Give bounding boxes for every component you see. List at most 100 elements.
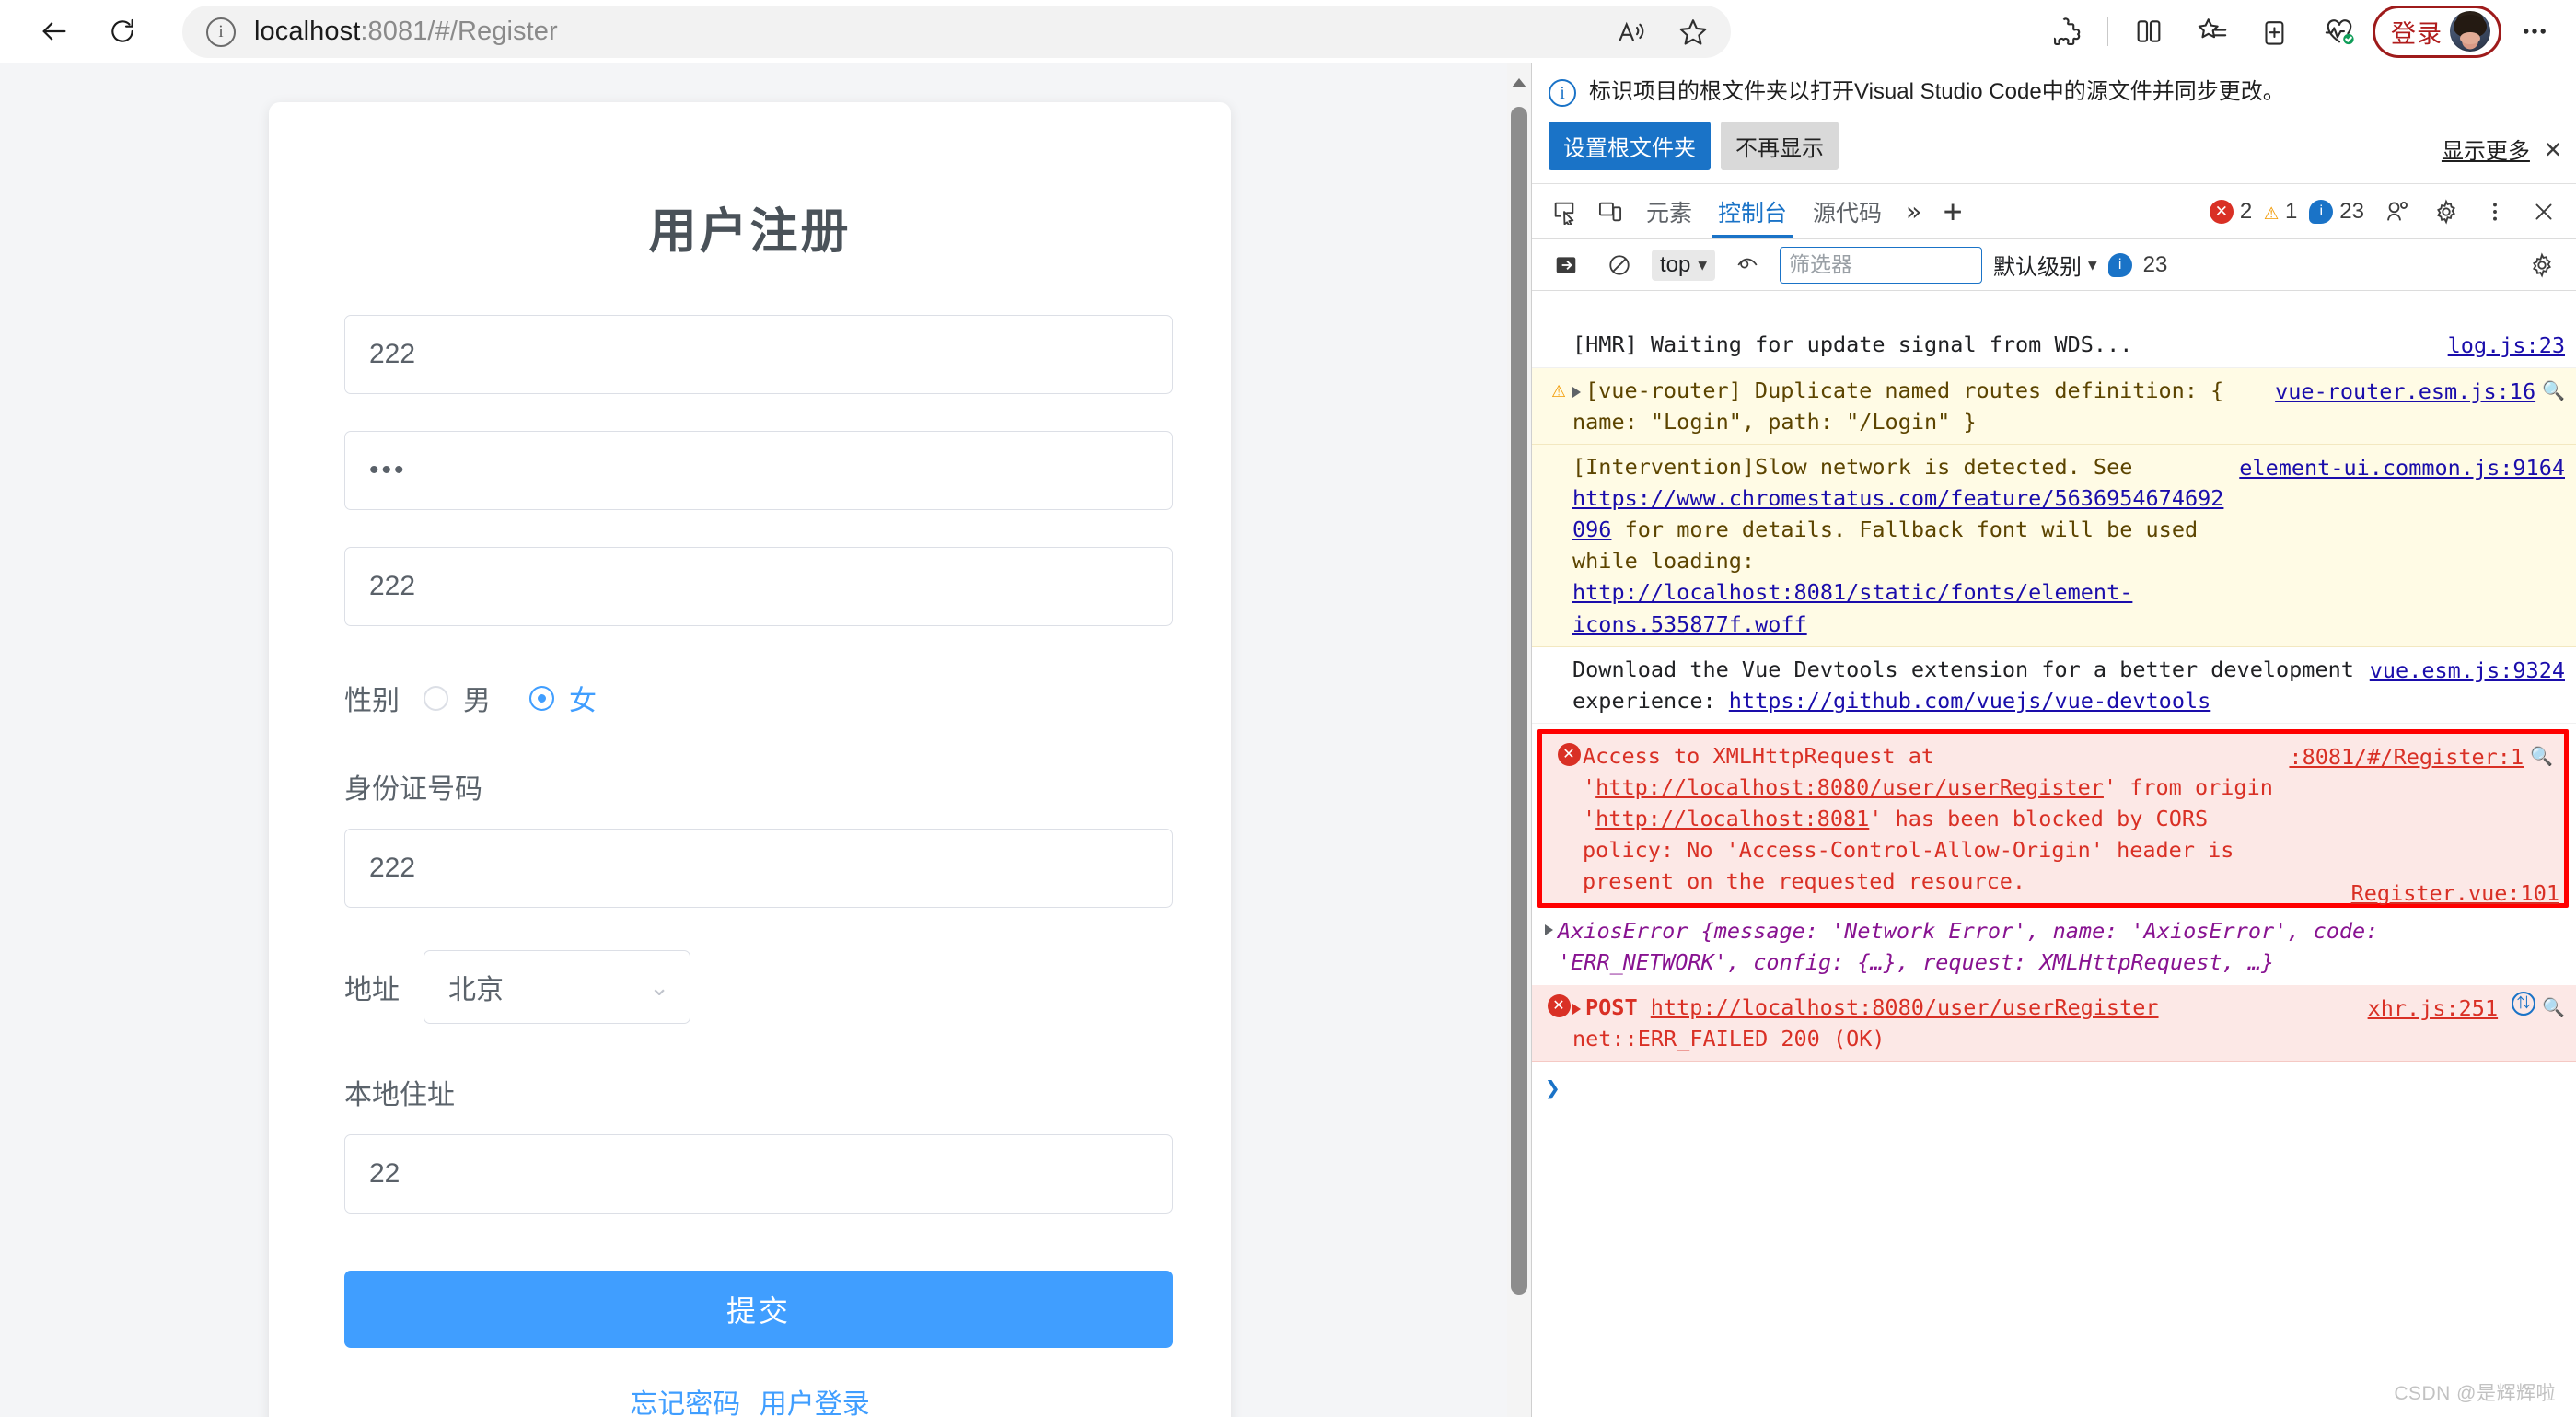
console-message-source[interactable]: vue-router.esm.js:16	[2275, 375, 2535, 407]
console-sidebar-toggle-icon[interactable]	[1545, 244, 1587, 286]
performance-heart-icon[interactable]	[2309, 6, 2370, 56]
chevron-down-icon: ▼	[1698, 256, 1708, 273]
url-path: :8081/#/Register	[360, 17, 558, 46]
devtools-tabbar: 元素 控制台 源代码 » + ✕ 2 ⚠ 1 i 23	[1532, 184, 2576, 239]
id-number-label: 身份证号码	[344, 774, 482, 805]
star-icon[interactable]	[1663, 8, 1723, 56]
watermark: CSDN @是辉辉啦	[2394, 1383, 2556, 1404]
close-icon[interactable]: ✕	[2545, 134, 2561, 163]
error-count-icon: ✕	[2209, 199, 2234, 224]
gear-icon[interactable]	[2425, 191, 2467, 233]
address-bar[interactable]: i localhost:8081/#/Register	[182, 6, 1731, 58]
console-message-source[interactable]: vue.esm.js:9324	[2370, 654, 2565, 716]
tab-elements[interactable]: 元素	[1635, 185, 1703, 238]
close-devtools-icon[interactable]	[2523, 191, 2565, 233]
back-arrow-icon[interactable]	[20, 5, 88, 58]
execution-context-select[interactable]: top ▼	[1652, 249, 1716, 281]
device-toolbar-icon[interactable]	[1589, 191, 1631, 233]
profile-login-label: 登录	[2391, 19, 2443, 48]
console-message-source[interactable]: Register.vue:101	[2351, 880, 2559, 906]
execution-context-value: top	[1660, 251, 1691, 277]
intervention-mid: for more details. Fallback font will be …	[1572, 517, 2199, 575]
log-level-select[interactable]: 默认级别 ▼	[1993, 249, 2097, 281]
console-message-cors-error[interactable]: ✕ Access to XMLHttpRequest at 'http://lo…	[1542, 733, 2564, 903]
scroll-up-arrow-icon[interactable]	[1510, 74, 1528, 92]
console-message-vue-router-warning[interactable]: ⚠ [vue-router] Duplicate named routes de…	[1532, 368, 2576, 446]
reload-icon[interactable]	[88, 5, 157, 58]
search-icon[interactable]: 🔍	[2530, 740, 2553, 770]
add-tab-icon[interactable]: +	[1934, 196, 1971, 227]
tab-sources[interactable]: 源代码	[1802, 185, 1893, 238]
page-scrollbar-thumb[interactable]	[1511, 107, 1527, 1295]
console-messages[interactable]: [HMR] Waiting for update signal from WDS…	[1532, 322, 2576, 1417]
network-request-icon[interactable]: ⇅	[2512, 992, 2536, 1016]
search-icon[interactable]: 🔍	[2542, 375, 2565, 404]
console-message-intervention[interactable]: [Intervention]Slow network is detected. …	[1532, 445, 2576, 647]
post-url-link[interactable]: http://localhost:8080/user/userRegister	[1651, 994, 2159, 1020]
clear-console-icon[interactable]	[1598, 244, 1641, 286]
password-input[interactable]: •••	[344, 431, 1173, 510]
search-icon[interactable]: 🔍	[2542, 992, 2565, 1021]
message-gutter	[1545, 451, 1572, 639]
gender-radio-male[interactable]: 男	[424, 678, 491, 718]
source-wrap: xhr.js:251 ⇅ 🔍	[2359, 992, 2565, 1054]
password-value: •••	[369, 455, 407, 485]
url-host: localhost	[254, 17, 361, 46]
more-options-icon[interactable]	[2504, 6, 2565, 56]
expand-triangle-icon[interactable]	[1572, 1003, 1581, 1015]
local-address-input[interactable]: 22	[344, 1134, 1173, 1214]
radio-dot-selected-icon	[529, 685, 554, 711]
user-login-link[interactable]: 用户登录	[760, 1389, 870, 1417]
set-root-folder-button[interactable]: 设置根文件夹	[1549, 122, 1711, 170]
tab-console[interactable]: 控制台	[1707, 185, 1798, 238]
console-message-axios-error[interactable]: Register.vue:101 AxiosError {message: 'N…	[1532, 880, 2576, 986]
source-wrap: :8081/#/Register:1 🔍	[2280, 740, 2553, 897]
console-prompt[interactable]: ❯	[1532, 1062, 2576, 1114]
console-filter-input[interactable]	[1780, 246, 1983, 284]
console-message-source[interactable]: element-ui.common.js:9164	[2239, 451, 2565, 639]
extensions-puzzle-icon[interactable]	[2036, 6, 2097, 56]
console-message-source[interactable]: :8081/#/Register:1	[2289, 740, 2524, 772]
gender-radio-female[interactable]: 女	[529, 678, 597, 718]
vue-devtools-link[interactable]: https://github.com/vuejs/vue-devtools	[1729, 688, 2210, 714]
site-info-icon[interactable]: i	[206, 17, 236, 47]
info-count: 23	[2339, 198, 2364, 224]
more-tabs-icon[interactable]: »	[1897, 196, 1931, 226]
console-message-source[interactable]: xhr.js:251	[2368, 992, 2498, 1024]
address-label: 地址	[344, 975, 400, 1005]
read-aloud-icon[interactable]	[1600, 8, 1661, 56]
show-more-link[interactable]: 显示更多	[2442, 133, 2530, 165]
browser-essentials-icon[interactable]	[2245, 6, 2306, 56]
console-message-hmr[interactable]: [HMR] Waiting for update signal from WDS…	[1532, 322, 2576, 369]
id-number-input[interactable]: 222	[344, 829, 1173, 908]
live-expression-eye-icon[interactable]	[1726, 244, 1769, 286]
post-status-text: net::ERR_FAILED 200 (OK)	[1572, 1026, 1886, 1052]
submit-button[interactable]: 提交	[344, 1271, 1173, 1348]
phone-input[interactable]: 222	[344, 547, 1173, 626]
page-viewport: 用户注册 222 ••• 222 性别 男 女 身份证号码 222 地址 北京 …	[0, 63, 1531, 1417]
browser-toolbar: i localhost:8081/#/Register 登录	[0, 0, 2576, 63]
console-message-post-failed[interactable]: ✕ POST http://localhost:8080/user/userRe…	[1532, 985, 2576, 1063]
expand-triangle-icon[interactable]	[1572, 386, 1581, 398]
inspect-element-icon[interactable]	[1543, 191, 1585, 233]
address-select[interactable]: 北京 ⌄	[424, 950, 690, 1024]
issues-icon[interactable]	[2376, 191, 2419, 233]
font-url-link[interactable]: http://localhost:8081/static/fonts/eleme…	[1572, 579, 2132, 636]
message-gutter: ✕	[1545, 992, 1572, 1054]
profile-login-button[interactable]: 登录	[2373, 5, 2501, 58]
expand-triangle-icon[interactable]	[1545, 923, 1553, 935]
collections-star-icon[interactable]	[2182, 6, 2243, 56]
cors-origin-url-link[interactable]: http://localhost:8081	[1595, 806, 1869, 831]
console-settings-gear-icon[interactable]	[2521, 244, 2563, 286]
forgot-password-link[interactable]: 忘记密码	[630, 1389, 740, 1417]
tab-console-label: 控制台	[1718, 200, 1788, 226]
split-screen-icon[interactable]	[2118, 6, 2179, 56]
page-scrollbar[interactable]	[1507, 63, 1531, 1417]
devtools-infobar-message: 标识项目的根文件夹以打开Visual Studio Code中的源文件并同步更改…	[1589, 79, 2285, 104]
cors-request-url-link[interactable]: http://localhost:8080/user/userRegister	[1595, 774, 2104, 800]
dont-show-again-button[interactable]: 不再显示	[1721, 122, 1839, 170]
console-message-vue-devtools[interactable]: Download the Vue Devtools extension for …	[1532, 646, 2576, 724]
username-input[interactable]: 222	[344, 315, 1173, 394]
console-message-source[interactable]: log.js:23	[2448, 329, 2565, 361]
devtools-menu-icon[interactable]	[2474, 191, 2516, 233]
